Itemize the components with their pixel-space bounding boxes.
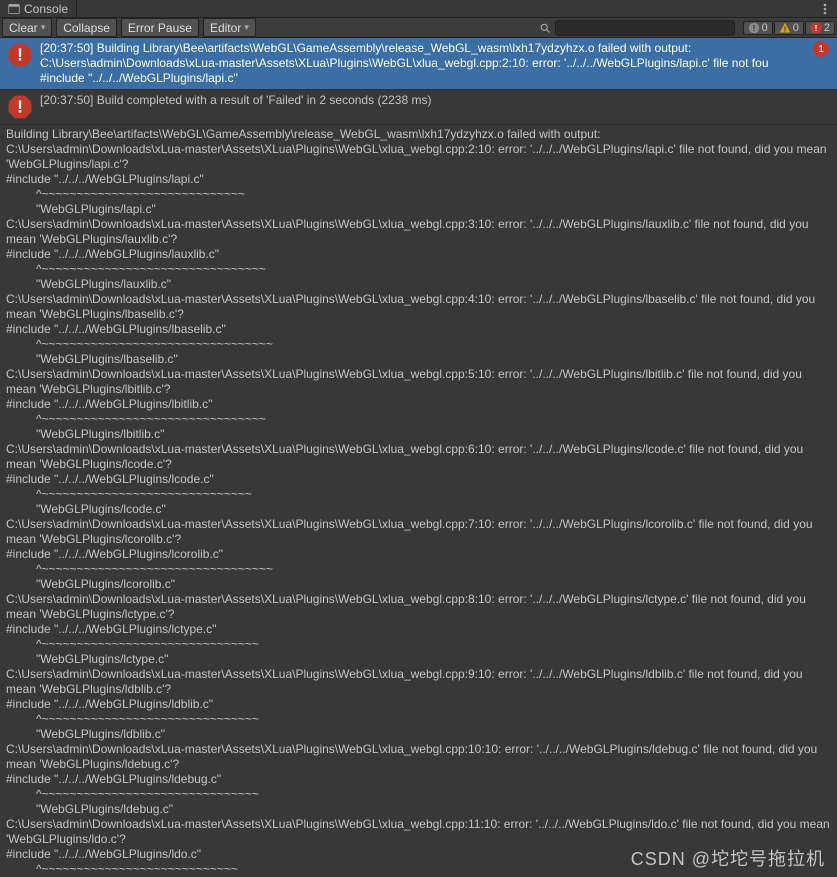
- console-details[interactable]: Building Library\Bee\artifacts\WebGL\Gam…: [0, 125, 837, 877]
- log-entry[interactable]: ! [20:37:50] Build completed with a resul…: [0, 90, 837, 125]
- collapse-count-badge: 1: [813, 41, 829, 57]
- error-icon: !: [6, 41, 34, 69]
- svg-text:!: !: [752, 24, 755, 33]
- tab-label: Console: [24, 2, 68, 16]
- warn-count-toggle[interactable]: ! 0: [774, 21, 804, 35]
- clear-button[interactable]: Clear: [2, 18, 52, 37]
- search-icon: [539, 22, 551, 34]
- svg-text:!: !: [784, 24, 787, 33]
- message-counts: ! 0 ! 0 ! 2: [743, 18, 835, 37]
- search-field[interactable]: [535, 18, 739, 37]
- log-text: [20:37:50] Building Library\Bee\artifact…: [40, 41, 831, 86]
- log-entry[interactable]: ! [20:37:50] Building Library\Bee\artifac…: [0, 38, 837, 90]
- svg-text:!: !: [17, 97, 23, 117]
- search-input[interactable]: [555, 20, 735, 36]
- info-icon: !: [748, 22, 760, 34]
- svg-text:!: !: [17, 45, 23, 65]
- error-icon: !: [6, 93, 34, 121]
- console-toolbar: Clear Collapse Error Pause Editor ! 0 ! …: [0, 18, 837, 38]
- svg-text:!: !: [815, 24, 818, 33]
- error-pause-button[interactable]: Error Pause: [121, 18, 199, 37]
- warning-icon: !: [779, 22, 791, 34]
- tab-console[interactable]: Console: [0, 0, 77, 17]
- console-body: ! [20:37:50] Building Library\Bee\artifac…: [0, 38, 837, 877]
- info-count-toggle[interactable]: ! 0: [743, 21, 773, 35]
- panel-menu-button[interactable]: [813, 0, 837, 17]
- collapse-button[interactable]: Collapse: [56, 18, 117, 37]
- log-text: [20:37:50] Build completed with a result…: [40, 93, 831, 108]
- editor-button[interactable]: Editor: [203, 18, 256, 37]
- error-count-toggle[interactable]: ! 2: [805, 21, 835, 35]
- console-icon: [8, 3, 20, 15]
- tab-bar: Console: [0, 0, 837, 18]
- error-icon: !: [810, 22, 822, 34]
